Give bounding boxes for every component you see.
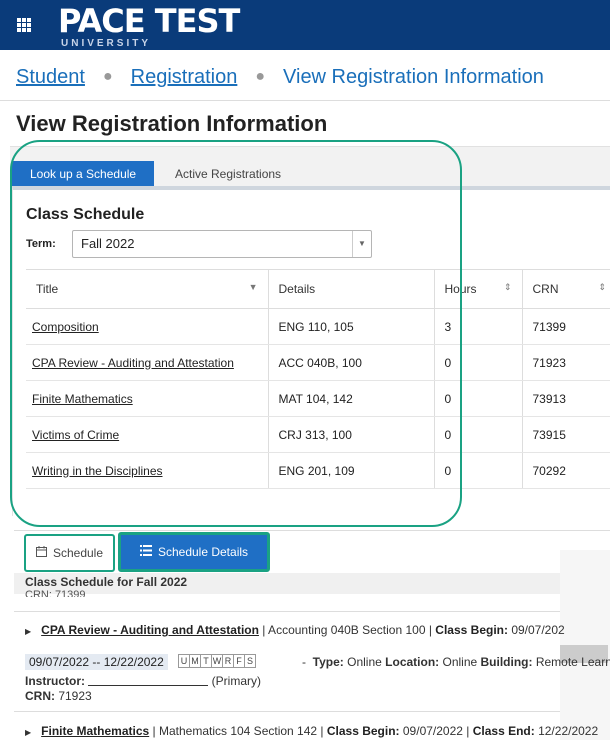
table-row: Composition ENG 110, 105 3 71399 bbox=[26, 308, 610, 345]
term-select-value: Fall 2022 bbox=[81, 236, 135, 251]
course-title-link[interactable]: Victims of Crime bbox=[32, 428, 119, 442]
schedule-details-button[interactable]: Schedule Details bbox=[118, 532, 270, 572]
table-row: Victims of Crime CRJ 313, 100 0 73915 bbox=[26, 416, 610, 453]
university-logo[interactable]: PACE TEST UNIVERSITY bbox=[58, 2, 240, 49]
course-crn: 73915 bbox=[521, 416, 610, 453]
column-header-crn[interactable]: CRN ⇕ bbox=[521, 269, 610, 309]
redacted-instructor-name bbox=[88, 676, 209, 686]
course-details: ACC 040B, 100 bbox=[267, 344, 434, 381]
course-details: MAT 104, 142 bbox=[267, 380, 434, 417]
table-row: Writing in the Disciplines ENG 201, 109 … bbox=[26, 452, 610, 489]
course-detail-line: ▶ Finite Mathematics | Mathematics 104 Se… bbox=[25, 724, 598, 738]
calendar-icon bbox=[35, 546, 47, 560]
tab-active-registrations[interactable]: Active Registrations bbox=[157, 161, 299, 187]
list-icon bbox=[139, 545, 152, 559]
schedule-details-button-label: Schedule Details bbox=[157, 545, 249, 559]
term-select[interactable]: Fall 2022 ▼ bbox=[72, 230, 372, 258]
course-hours: 3 bbox=[433, 308, 522, 345]
course-crn: 71923 bbox=[521, 344, 610, 381]
chevron-down-icon[interactable]: ▼ bbox=[352, 231, 371, 257]
course-crn: 71399 bbox=[521, 308, 610, 345]
column-header-hours[interactable]: Hours ⇕ bbox=[433, 269, 522, 309]
course-details: ENG 201, 109 bbox=[267, 452, 434, 489]
meeting-info: - Type: Online Location: Online Building… bbox=[302, 655, 610, 669]
course-hours: 0 bbox=[433, 452, 522, 489]
class-end-label: Class End: bbox=[472, 724, 535, 738]
instructor-line: Instructor: (Primary) bbox=[25, 674, 262, 688]
meeting-dates: 09/07/2022 -- 12/22/2022 bbox=[25, 654, 168, 670]
app-menu-icon[interactable] bbox=[17, 18, 31, 32]
column-header-details[interactable]: Details bbox=[267, 269, 434, 309]
term-label: Term: bbox=[26, 238, 56, 250]
expand-arrow-icon[interactable]: ▶ bbox=[25, 627, 31, 636]
breadcrumb-separator: ● bbox=[102, 68, 113, 85]
class-begin-value: 09/07/2022 | bbox=[399, 724, 473, 738]
divider bbox=[0, 100, 610, 101]
course-title-link[interactable]: Finite Mathematics bbox=[32, 392, 133, 406]
tab-look-up-schedule[interactable]: Look up a Schedule bbox=[12, 161, 155, 187]
class-schedule-title: Class Schedule bbox=[26, 206, 145, 223]
divider bbox=[14, 611, 560, 612]
course-detail-line: ▶ CPA Review - Auditing and Attestation |… bbox=[25, 623, 565, 637]
table-header-row: Title ▼ Details Hours ⇕ CRN ⇕ bbox=[26, 269, 610, 309]
course-details: ENG 110, 105 bbox=[267, 308, 434, 345]
top-header: PACE TEST UNIVERSITY bbox=[0, 0, 610, 50]
course-title-link[interactable]: Composition bbox=[32, 320, 99, 334]
course-crn: 73913 bbox=[521, 380, 610, 417]
logo-main-text: PACE TEST bbox=[58, 2, 240, 40]
course-title-link[interactable]: CPA Review - Auditing and Attestation bbox=[32, 356, 234, 370]
meeting-days: U M T W R F S bbox=[178, 654, 256, 668]
divider bbox=[14, 711, 560, 712]
course-info: | Accounting 040B Section 100 | bbox=[258, 623, 436, 637]
schedule-view-button[interactable]: Schedule bbox=[24, 534, 115, 572]
logo-sub-text: UNIVERSITY bbox=[61, 38, 152, 49]
breadcrumb-separator: ● bbox=[255, 68, 266, 85]
class-begin-label: Class Begin: bbox=[326, 724, 400, 738]
sort-icon[interactable]: ⇕ bbox=[504, 282, 512, 293]
breadcrumb-current: View Registration Information bbox=[283, 66, 544, 88]
sort-icon[interactable]: ⇕ bbox=[598, 282, 606, 293]
course-hours: 0 bbox=[433, 380, 522, 417]
table-row: CPA Review - Auditing and Attestation AC… bbox=[26, 344, 610, 381]
tab-bar: Look up a Schedule Active Registrations bbox=[10, 146, 610, 187]
course-hours: 0 bbox=[433, 416, 522, 453]
schedule-details-header: Class Schedule for Fall 2022 bbox=[14, 573, 560, 594]
course-hours: 0 bbox=[433, 344, 522, 381]
table-row: Finite Mathematics MAT 104, 142 0 73913 bbox=[26, 380, 610, 417]
sort-desc-icon[interactable]: ▼ bbox=[249, 282, 258, 292]
class-schedule-table: Title ▼ Details Hours ⇕ CRN ⇕ Composition E… bbox=[26, 269, 610, 489]
expand-arrow-icon[interactable]: ▶ bbox=[25, 728, 31, 737]
course-crn: 70292 bbox=[521, 452, 610, 489]
class-schedule-panel: Class Schedule Term: Fall 2022 ▼ Title ▼ … bbox=[12, 186, 610, 516]
page-title: View Registration Information bbox=[16, 111, 328, 136]
breadcrumb-registration-link[interactable]: Registration bbox=[131, 66, 238, 88]
course-title-link[interactable]: Writing in the Disciplines bbox=[32, 464, 163, 478]
course-detail-title-link[interactable]: Finite Mathematics bbox=[41, 724, 149, 738]
day-box: S bbox=[244, 654, 256, 668]
crn-line: CRN: 71923 bbox=[25, 689, 92, 703]
course-detail-title-link[interactable]: CPA Review - Auditing and Attestation bbox=[41, 623, 259, 637]
course-info: | Mathematics 104 Section 142 | bbox=[149, 724, 327, 738]
breadcrumb: Student ● Registration ● View Registration I… bbox=[16, 66, 544, 89]
column-header-title[interactable]: Title ▼ bbox=[26, 269, 268, 309]
schedule-button-label: Schedule bbox=[52, 546, 104, 560]
class-begin-value: 09/07/202 bbox=[507, 623, 565, 637]
breadcrumb-student-link[interactable]: Student bbox=[16, 66, 85, 88]
class-end-value: 12/22/2022 bbox=[534, 724, 599, 738]
class-begin-label: Class Begin: bbox=[435, 623, 508, 637]
crn-text-clipped: CRN: 71399 bbox=[25, 589, 86, 597]
course-details: CRJ 313, 100 bbox=[267, 416, 434, 453]
